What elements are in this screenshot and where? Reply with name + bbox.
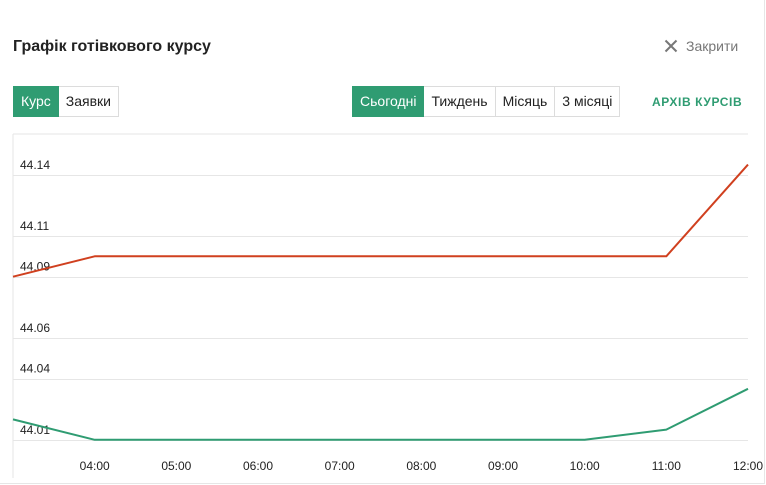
y-tick-label: 44.06	[20, 321, 50, 335]
y-tick-label: 44.11	[20, 219, 49, 233]
x-tick-label: 09:00	[488, 459, 518, 473]
x-tick-label: 11:00	[652, 459, 681, 473]
x-tick-label: 10:00	[570, 459, 600, 473]
x-tick-label: 04:00	[80, 459, 110, 473]
buy-rate-line	[12, 387, 749, 441]
rate-chart: 44.1444.1144.0944.0644.0444.0104:00 05:00…	[12, 133, 763, 478]
y-tick-label: 44.14	[20, 158, 50, 172]
x-tick-label: 12:00	[733, 459, 763, 473]
x-tick-label: 05:00	[161, 459, 191, 473]
sell-rate-line	[12, 163, 749, 278]
chart-panel: Графік готівкового курсу Закрити Курс За…	[0, 0, 765, 484]
x-tick-label: 07:00	[325, 459, 355, 473]
y-tick-label: 44.04	[20, 362, 50, 376]
x-tick-label: 08:00	[406, 459, 436, 473]
x-tick-label: 06:00	[243, 459, 273, 473]
